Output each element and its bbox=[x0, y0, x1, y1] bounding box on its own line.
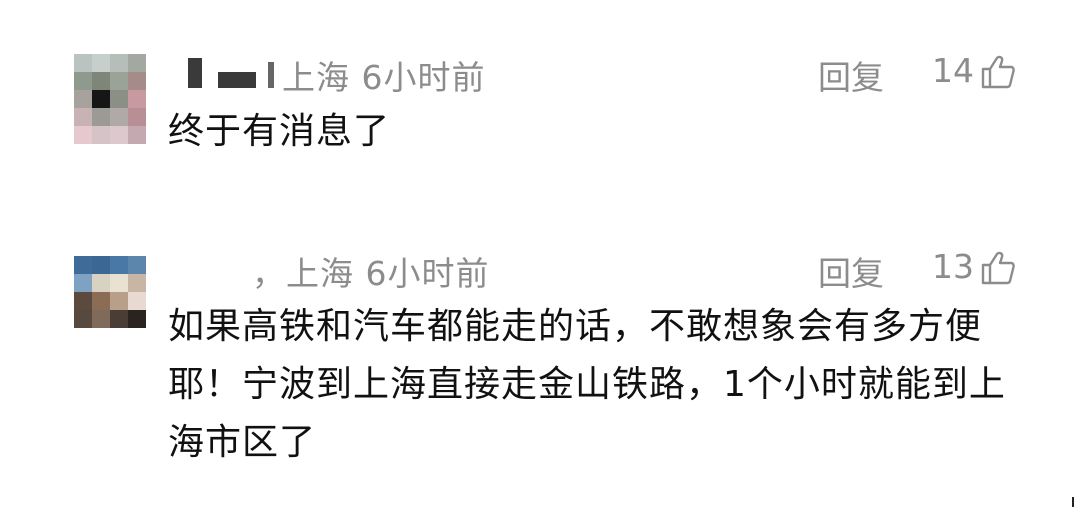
comment-location-time: ，上海 6小时前 bbox=[252, 254, 490, 293]
scroll-indicator bbox=[1072, 497, 1074, 507]
comment-item: ，上海 6小时前 回复 13 如果高铁和汽车都能走的话，不敢想象会有多方便耶！宁… bbox=[0, 0, 1080, 513]
like-count: 13 bbox=[932, 247, 974, 286]
thumbs-up-icon[interactable] bbox=[980, 250, 1016, 286]
avatar[interactable] bbox=[74, 256, 146, 328]
reply-button[interactable]: 回复 bbox=[818, 247, 884, 295]
comment-text: 如果高铁和汽车都能走的话，不敢想象会有多方便耶！宁波到上海直接走金山铁路，1个小… bbox=[168, 306, 1006, 463]
